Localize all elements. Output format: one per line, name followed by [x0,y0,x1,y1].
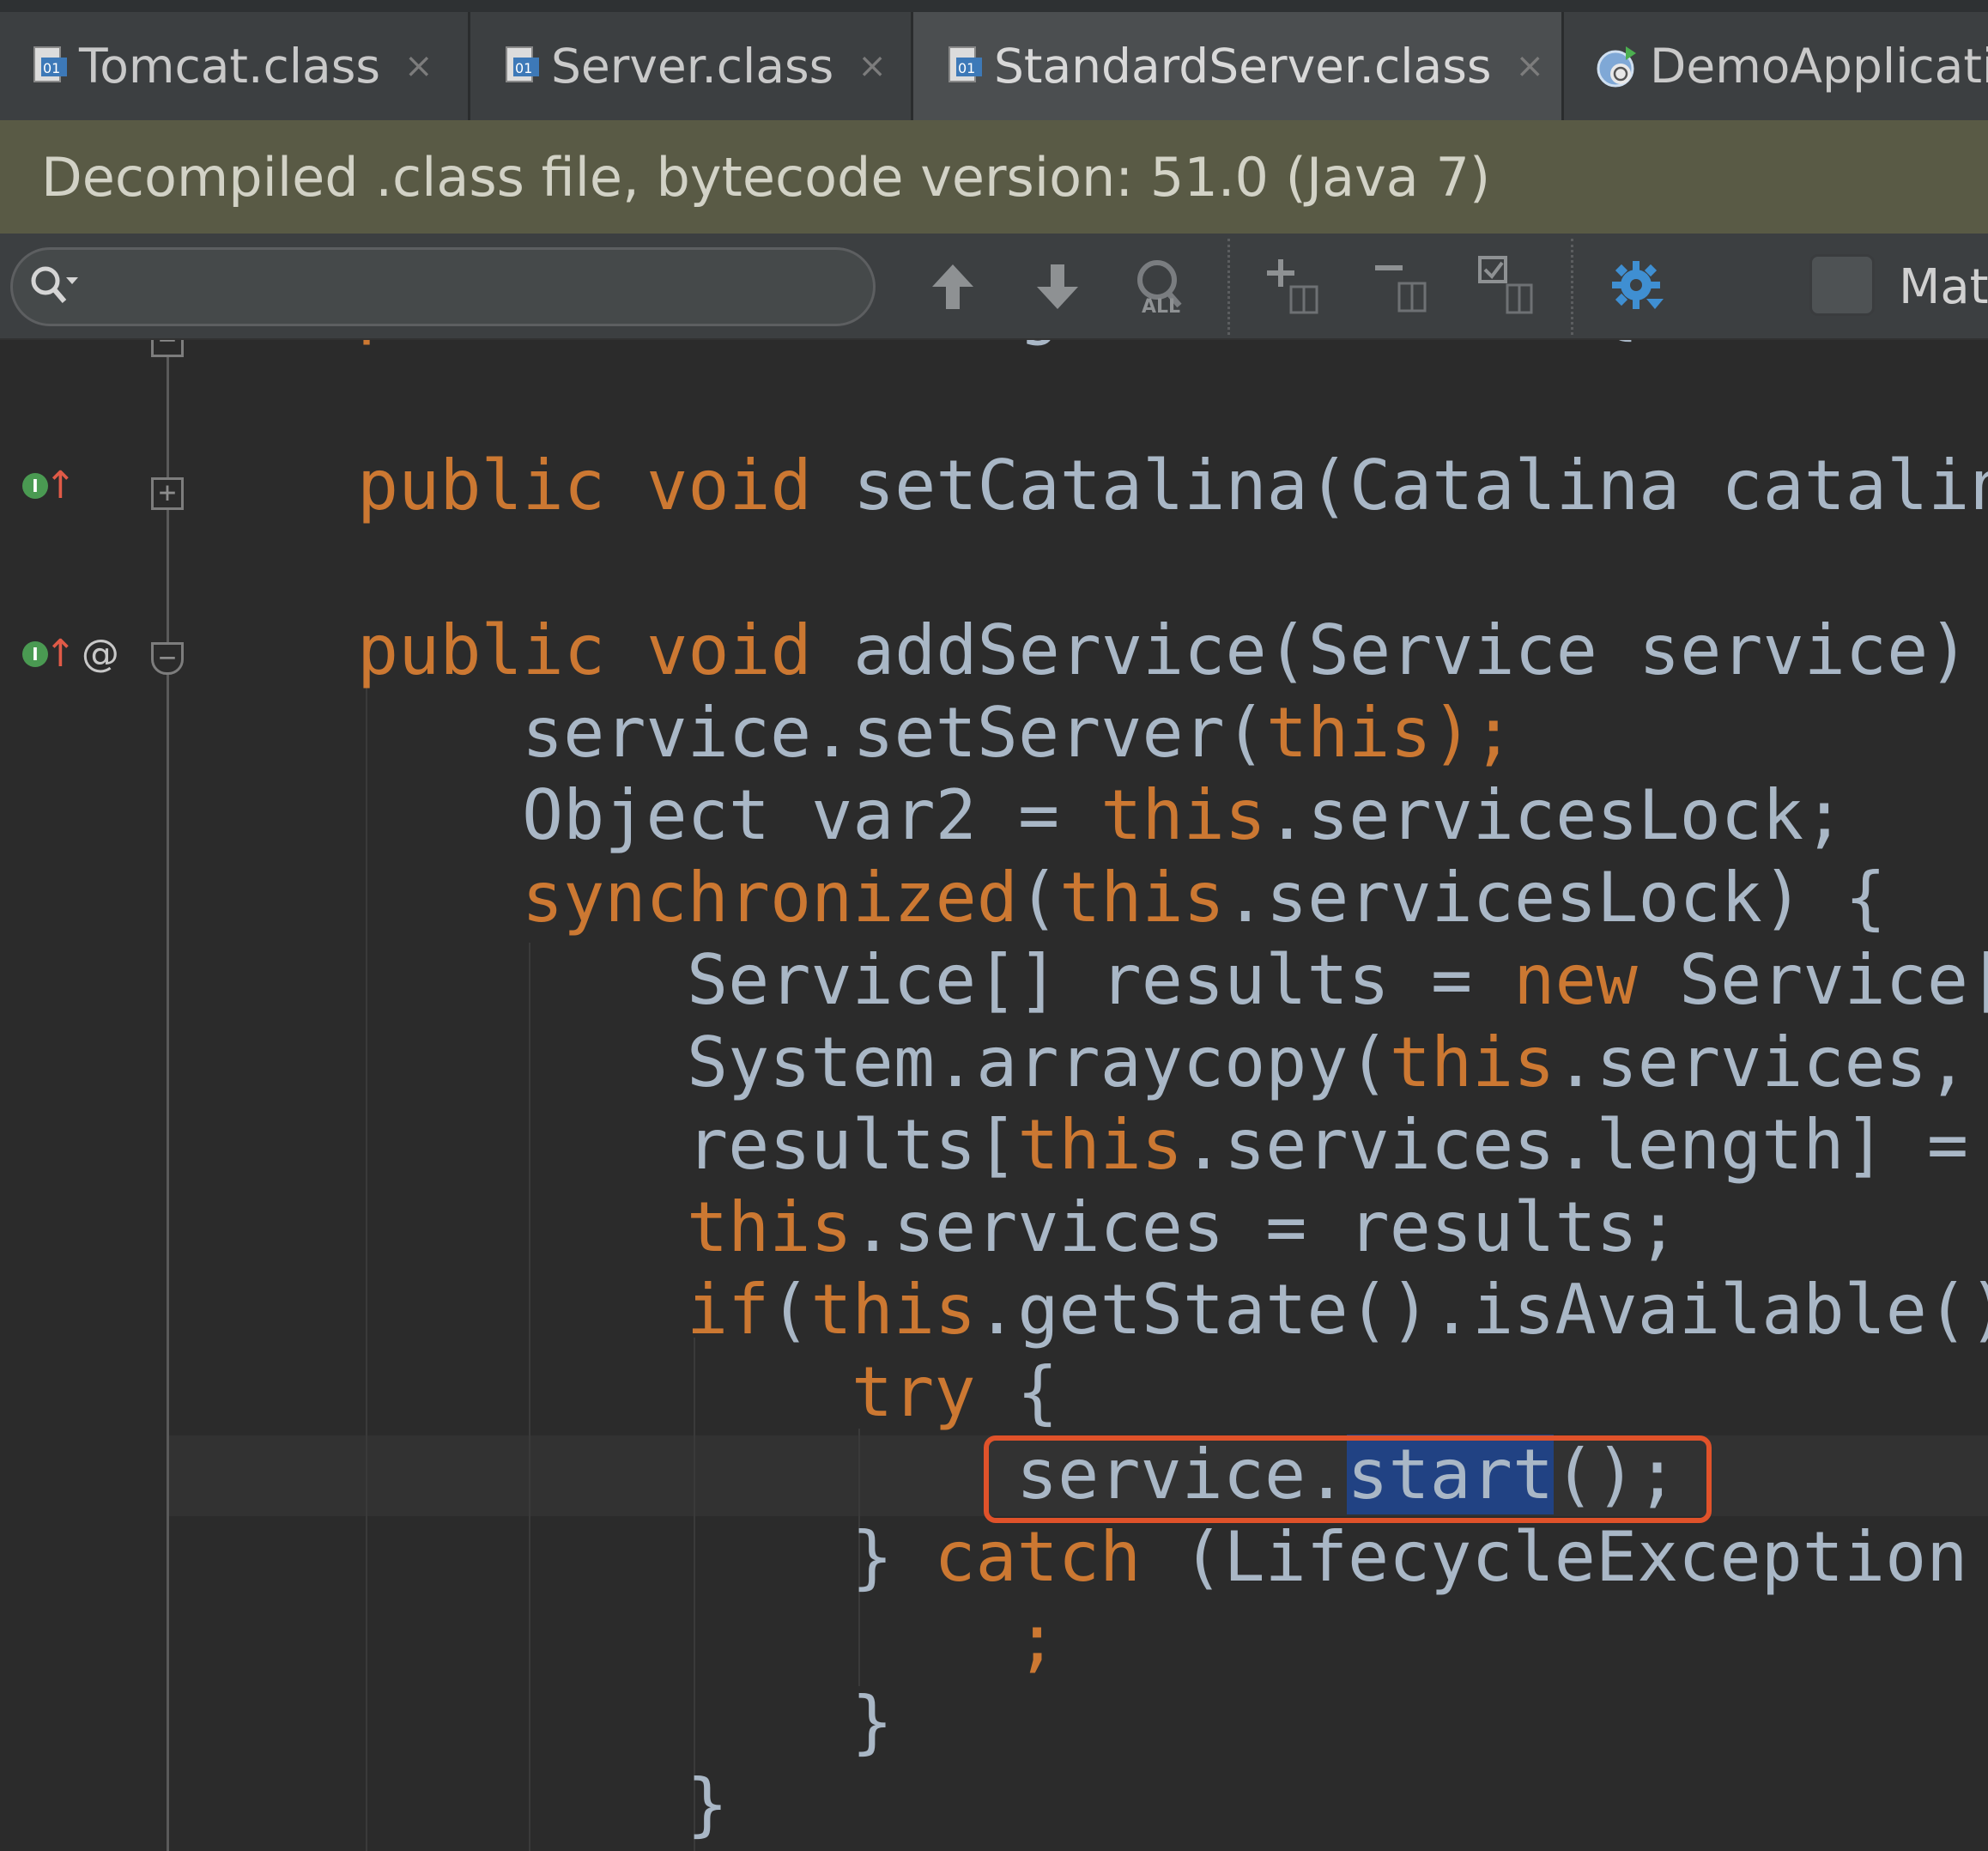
close-icon[interactable]: × [404,46,433,86]
find-toolbar: ALL Mat [0,234,1988,340]
class-file-icon: 01 [33,45,69,88]
indent-guide [529,943,530,1851]
tab-demoapplication[interactable]: DemoApplicati [1564,12,1988,120]
code-line: } [687,1764,729,1844]
code-line: this.services = results; [687,1187,1679,1267]
tab-tomcat-class[interactable]: 01 Tomcat.class × [0,12,470,120]
tab-label: Tomcat.class [79,39,381,94]
match-case-checkbox[interactable] [1809,254,1875,316]
search-input[interactable] [10,247,876,326]
code-line: if(this.getState().isAvailable() [687,1270,1988,1350]
code-line: results[this.services.length] = [687,1105,1969,1185]
collapse-fold-icon[interactable]: − [151,642,184,675]
arrow-up-icon[interactable] [927,256,979,318]
code-line: Object var2 = this.servicesLock; [522,775,1846,855]
close-icon[interactable]: × [1516,46,1545,86]
banner-text: Decompiled .class file, bytecode version… [41,145,1491,209]
editor-tab-bar: 01 Tomcat.class × 01 Server.class × 01 S… [0,0,1988,120]
svg-text:ALL: ALL [1142,296,1180,318]
tab-server-class[interactable]: 01 Server.class × [470,12,913,120]
toolbar-separator [1571,239,1573,335]
tab-label: DemoApplicati [1650,39,1988,94]
remove-selection-icon[interactable] [1373,256,1435,318]
settings-gear-icon[interactable] [1607,256,1669,318]
svg-text:01: 01 [515,60,532,76]
fold-toggle-icon[interactable]: − [151,340,184,357]
implements-override-marker[interactable]: I ↑ @ [22,632,119,676]
code-line: Service[] results = new Service[ [687,940,1988,1020]
tab-standardserver-class[interactable]: 01 StandardServer.class × [913,12,1564,120]
find-all-icon[interactable]: ALL [1131,256,1193,318]
close-icon[interactable]: × [858,46,887,86]
toolbar-separator [1227,239,1230,335]
override-annotation-icon: @ [81,632,119,676]
code-line: } [852,1682,894,1762]
select-all-occurrences-icon[interactable] [1478,256,1540,318]
class-file-icon: 01 [948,45,984,88]
highlight-annotation-box [984,1435,1712,1523]
expand-fold-icon[interactable]: + [151,477,184,510]
code-line-add-service: public void addService(Service service) … [357,610,1988,690]
code-line-set-catalina: public void setCatalina(Catalina catalin [357,446,1988,525]
code-line: ; [1016,1599,1058,1679]
indent-guide [366,663,367,1851]
tab-label: StandardServer.class [994,39,1492,94]
code-line: service.setServer(this); [522,693,1514,773]
code-line: System.arraycopy(this.services, [687,1023,1969,1102]
svg-text:01: 01 [43,60,60,76]
add-selection-icon[interactable] [1265,256,1327,318]
match-case-label[interactable]: Mat [1899,259,1988,315]
arrow-down-icon[interactable] [1032,256,1083,318]
code-line: try { [852,1352,1058,1432]
search-icon[interactable] [28,262,80,313]
go-to-interface-arrow-icon: ↑ [45,464,76,507]
go-to-interface-arrow-icon: ↑ [45,631,76,676]
class-file-icon: 01 [505,45,541,88]
implements-method-marker[interactable]: I ↑ [22,464,76,507]
code-editor[interactable]: I ↑ I ↑ @ − + − public Catalina getCatal… [0,340,1988,1851]
code-line: synchronized(this.servicesLock) { [522,858,1887,938]
fold-gutter-line [167,340,169,1851]
decompiled-notice-banner: Decompiled .class file, bytecode version… [0,120,1988,234]
tab-label: Server.class [551,39,834,94]
svg-text:01: 01 [958,60,975,76]
spring-boot-app-icon [1595,45,1639,88]
code-line: } catch (LifecycleException [852,1517,1968,1597]
code-line-get-catalina: public Catalina getCatalina() { return c [357,340,1988,349]
